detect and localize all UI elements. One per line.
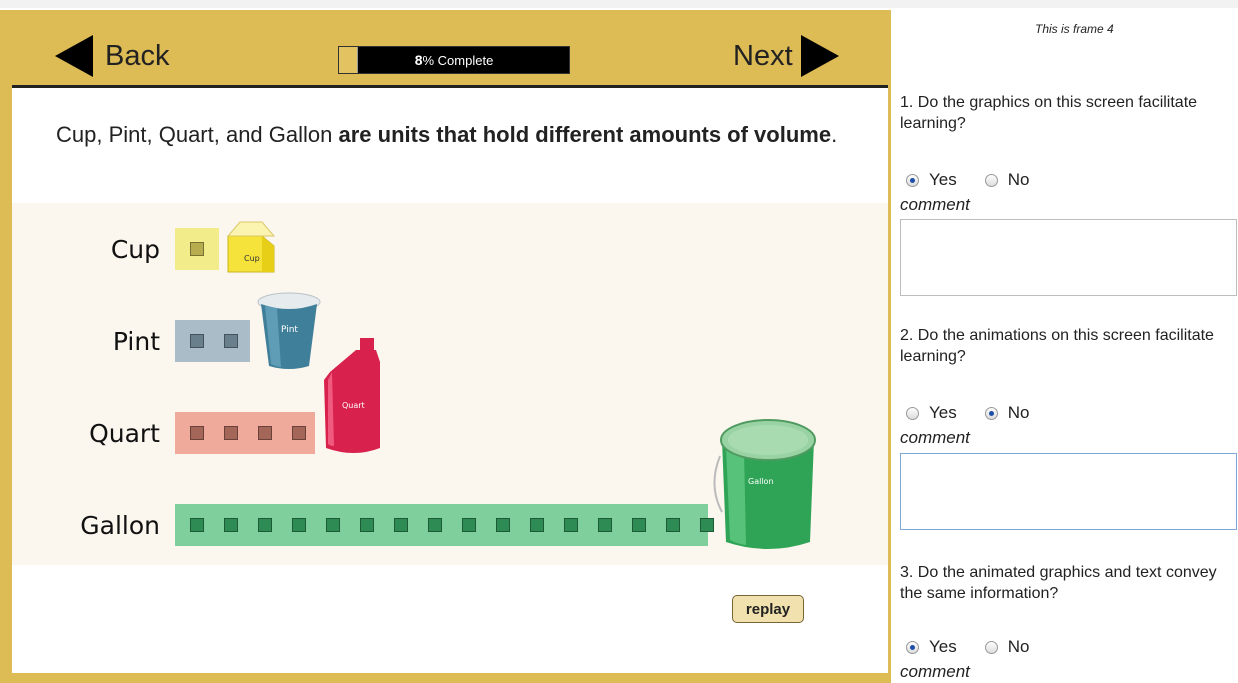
volume-unit-square: [190, 518, 204, 532]
pint-container-label: Pint: [281, 325, 298, 335]
frame-label: This is frame 4: [1035, 22, 1114, 36]
cup-bar: [175, 228, 219, 270]
volume-unit-square: [190, 242, 204, 256]
volume-unit-square: [530, 518, 544, 532]
question-3-options: Yes No: [906, 637, 1057, 657]
pint-bar: [175, 320, 250, 362]
question-1-text: 1. Do the graphics on this screen facili…: [900, 94, 1198, 132]
volume-unit-square: [224, 426, 238, 440]
back-button[interactable]: Back: [55, 35, 170, 77]
survey-panel: This is frame 4 1. Do the graphics on th…: [900, 0, 1238, 683]
quart-bar: [175, 412, 315, 454]
question-2-yes-radio[interactable]: [906, 406, 919, 420]
volume-unit-square: [258, 518, 272, 532]
unit-label-pint: Pint: [112, 327, 160, 356]
volume-unit-square: [394, 518, 408, 532]
volume-unit-square: [326, 518, 340, 532]
back-arrow-icon: [55, 35, 93, 77]
question-1-comment-field[interactable]: [900, 219, 1237, 296]
question-2-no-option[interactable]: No: [984, 403, 1030, 423]
next-arrow-icon: [800, 35, 839, 77]
header-divider: [12, 85, 888, 88]
question-2-options: Yes No: [906, 403, 1057, 423]
question-3-yes-label: Yes: [929, 637, 957, 656]
quart-container-label: Quart: [342, 401, 365, 410]
question-3-no-option[interactable]: No: [984, 637, 1030, 657]
question-1-yes-label: Yes: [929, 170, 957, 189]
volume-unit-square: [598, 518, 612, 532]
question-2-comment-label: comment: [900, 428, 970, 447]
question-1-no-option[interactable]: No: [984, 170, 1030, 190]
intro-bold: are units that hold different amounts of…: [338, 122, 832, 147]
question-2-yes-label: Yes: [929, 403, 957, 422]
gallon-container-icon: Gallon: [713, 419, 816, 549]
question-2-yes-option[interactable]: Yes: [906, 403, 957, 423]
question-3-yes-option[interactable]: Yes: [906, 637, 957, 657]
unit-label-cup: Cup: [110, 235, 160, 264]
volume-unit-square: [224, 518, 238, 532]
next-button[interactable]: Next: [733, 35, 839, 77]
progress-bar: 8% Complete: [338, 46, 570, 74]
intro-plain: Cup, Pint, Quart, and Gallon: [56, 122, 339, 147]
unit-label-quart: Quart: [89, 419, 160, 448]
volume-unit-square: [564, 518, 578, 532]
question-2-no-radio[interactable]: [984, 406, 998, 420]
question-1-comment-label: comment: [900, 195, 970, 214]
question-3-yes-radio[interactable]: [906, 640, 919, 654]
back-label: Back: [105, 39, 170, 72]
question-1-no-label: No: [1007, 170, 1030, 189]
unit-label-gallon: Gallon: [80, 511, 160, 540]
question-3-no-label: No: [1007, 637, 1030, 656]
question-3-text: 3. Do the animated graphics and text con…: [900, 564, 1217, 602]
question-1-yes-radio[interactable]: [906, 173, 919, 187]
question-3-comment-label: comment: [900, 662, 970, 681]
volume-unit-square: [258, 426, 272, 440]
cup-container-label: Cup: [244, 254, 260, 263]
volume-unit-square: [190, 426, 204, 440]
gallon-container-label: Gallon: [748, 477, 774, 486]
question-2-comment-field[interactable]: [900, 453, 1237, 530]
cup-container-icon: Cup: [226, 221, 276, 273]
progress-text: 8% Complete: [339, 52, 569, 68]
question-1-yes-option[interactable]: Yes: [906, 170, 957, 190]
question-2-no-label: No: [1007, 403, 1030, 422]
volume-unit-square: [292, 518, 306, 532]
volume-unit-square: [496, 518, 510, 532]
replay-button[interactable]: replay: [732, 595, 804, 623]
progress-suffix: % Complete: [422, 53, 494, 68]
pint-container-icon: Pint: [257, 292, 321, 369]
volume-unit-square: [666, 518, 680, 532]
gallon-bar: [175, 504, 714, 546]
intro-end: .: [831, 122, 838, 147]
next-label: Next: [733, 39, 793, 72]
question-3-no-radio[interactable]: [984, 640, 998, 654]
volume-unit-square: [360, 518, 374, 532]
intro-text: Cup, Pint, Quart, and Gallon are units t…: [56, 118, 856, 151]
volume-unit-square: [632, 518, 646, 532]
question-1-no-radio[interactable]: [984, 173, 998, 187]
volume-unit-square: [462, 518, 476, 532]
volume-unit-square: [292, 426, 306, 440]
volume-unit-square: [224, 334, 238, 348]
question-2-text: 2. Do the animations on this screen faci…: [900, 327, 1214, 365]
volume-unit-square: [190, 334, 204, 348]
volume-unit-square: [428, 518, 442, 532]
quart-container-icon: Quart: [324, 338, 380, 453]
question-1-options: Yes No: [906, 170, 1057, 190]
